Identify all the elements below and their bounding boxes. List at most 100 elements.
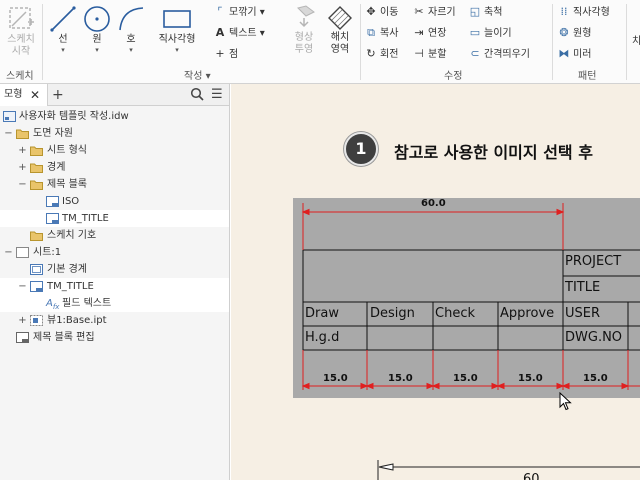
rectangular-pattern-button[interactable]: ⁞⁞ 직사각형: [558, 6, 610, 19]
hatch-icon: [328, 6, 352, 30]
expand-icon[interactable]: +: [18, 312, 27, 329]
move-icon: ✥: [366, 5, 376, 18]
circular-pattern-icon: ❂: [559, 26, 569, 39]
hamburger-menu-icon[interactable]: ☰: [211, 88, 223, 101]
bottom-dimension-2: 15.0: [388, 373, 413, 384]
tree-row-sketch-symbols[interactable]: 스케치 기호: [0, 227, 229, 244]
circle-icon: [84, 6, 110, 32]
cut-off-label: 치: [632, 36, 640, 47]
tree-row-field-text[interactable]: Afx 필드 텍스트: [0, 295, 229, 312]
header-design: Design: [370, 306, 415, 321]
folder-icon: [30, 231, 43, 241]
bottom-dimension-3: 15.0: [453, 373, 478, 384]
bottom-dimension-5: 15.0: [583, 373, 608, 384]
tree-row-drawing-file[interactable]: 사용자화 템플릿 작성.idw: [0, 108, 229, 125]
split-button[interactable]: ⊣ 분할: [413, 48, 446, 61]
search-icon[interactable]: [190, 87, 204, 101]
project-geometry-button[interactable]: 형상 투영: [286, 4, 322, 56]
start-sketch-button[interactable]: 스케치 시작: [2, 4, 40, 58]
browser-tree: 사용자화 템플릿 작성.idw − 도면 자원 + 시트 형식 + 경계 − 제…: [0, 107, 229, 479]
tree-row-default-border[interactable]: 기본 경계: [0, 261, 229, 278]
field-text-icon: Afx: [46, 298, 60, 311]
drawing-file-icon: [3, 111, 16, 122]
expand-icon[interactable]: +: [18, 142, 27, 159]
header-draw: Draw: [305, 306, 339, 321]
project-cell: PROJECT: [565, 254, 622, 269]
folder-icon: [30, 180, 43, 190]
bottom-dimension-1: 15.0: [323, 373, 348, 384]
lower-dimension-line: [377, 460, 640, 480]
title-block-icon: [30, 281, 43, 292]
rectangle-icon: [163, 10, 191, 28]
scale-icon: ◱: [469, 5, 481, 18]
tree-row-tm-title-sheet[interactable]: − TM_TITLE: [0, 278, 229, 295]
rectangle-label: 직사각형: [158, 34, 196, 45]
tree-row-edit-title-block[interactable]: 제목 블록 편집: [0, 329, 229, 346]
folder-icon: [30, 163, 43, 173]
folder-icon: [30, 146, 43, 156]
trim-button[interactable]: ✂ 자르기: [413, 5, 455, 19]
tree-row-title-blocks[interactable]: − 제목 블록: [0, 176, 229, 193]
line-button[interactable]: 선 ▾: [46, 4, 80, 54]
circle-label: 원: [92, 34, 102, 45]
move-button[interactable]: ✥ 이동: [365, 6, 398, 19]
title-block-image[interactable]: 60.0 PROJECT TITLE Draw Design Check App…: [293, 198, 640, 398]
title-cell: TITLE: [565, 280, 601, 295]
copy-button[interactable]: ⧉ 복사: [365, 27, 398, 40]
extend-button[interactable]: ⇥ 연장: [413, 27, 446, 40]
point-icon: +: [215, 47, 225, 60]
drawing-canvas[interactable]: 1 참고로 사용한 이미지 선택 후 60.0 PROJECT TITLE Dr…: [231, 84, 640, 480]
value-dwg-no: DWG.NO: [565, 330, 623, 345]
sketch-panel-label: 스케치: [6, 71, 34, 82]
circular-pattern-button[interactable]: ❂ 원형: [558, 27, 591, 40]
tree-row-view-1[interactable]: + 뷰1:Base.ipt: [0, 312, 229, 329]
arc-label: 호: [126, 34, 136, 45]
stretch-button[interactable]: ▭ 늘이기: [469, 27, 512, 40]
model-browser: 모형 ✕ + ☰ 사용자화 템플릿 작성.idw − 도면 자원 + 시트 형식…: [0, 84, 230, 480]
point-button[interactable]: + 점: [214, 48, 238, 61]
drawing-view-icon: [30, 315, 43, 326]
mirror-button[interactable]: ⧓ 미러: [558, 48, 592, 61]
hatch-region-button[interactable]: 해치 영역: [322, 4, 358, 56]
project-geometry-icon: [297, 5, 315, 28]
rectangle-button[interactable]: 직사각형 ▾: [152, 4, 202, 54]
start-sketch-label-1: 스케치: [7, 34, 35, 45]
start-sketch-label-2: 시작: [11, 46, 31, 57]
tree-row-sheet-1[interactable]: − 시트:1: [0, 244, 229, 261]
add-tab-button[interactable]: +: [52, 84, 64, 106]
folder-icon: [16, 129, 29, 139]
fillet-button[interactable]: ⌜ 모깎기 ▾: [214, 5, 264, 19]
offset-button[interactable]: ⊂ 간격띄우기: [469, 48, 530, 61]
copy-icon: ⧉: [367, 26, 375, 39]
line-icon: [50, 6, 76, 32]
fillet-icon: ⌜: [217, 5, 223, 18]
collapse-icon[interactable]: −: [18, 278, 27, 295]
model-tab[interactable]: 모형 ✕: [0, 84, 48, 106]
collapse-icon[interactable]: −: [18, 176, 27, 193]
tree-row-drawing-resources[interactable]: − 도면 자원: [0, 125, 229, 142]
trim-icon: ✂: [414, 5, 424, 18]
scale-button[interactable]: ◱ 축척: [469, 5, 503, 19]
ribbon: 스케치 시작 스케치 선 ▾ 원 ▾ 호 ▾ 직사각형 ▾ ⌜ 모깎기 ▾ A …: [0, 0, 640, 84]
title-block-lines: [301, 203, 640, 390]
arc-button[interactable]: 호 ▾: [114, 4, 148, 54]
tree-row-tm-title-resource[interactable]: TM_TITLE: [0, 210, 229, 227]
collapse-icon[interactable]: −: [4, 125, 13, 142]
step-instruction: 참고로 사용한 이미지 선택 후: [394, 143, 593, 162]
rotate-icon: ↻: [366, 47, 376, 60]
rotate-button[interactable]: ↻ 회전: [365, 48, 398, 61]
close-tab-icon[interactable]: ✕: [30, 84, 40, 106]
split-icon: ⊣: [414, 47, 424, 60]
edit-title-block-icon: [16, 332, 29, 343]
title-block-icon: [46, 196, 59, 207]
circle-button[interactable]: 원 ▾: [80, 4, 114, 54]
tree-row-borders[interactable]: + 경계: [0, 159, 229, 176]
header-approve: Approve: [500, 306, 555, 321]
text-icon: A: [215, 26, 225, 39]
tree-row-iso[interactable]: ISO: [0, 193, 229, 210]
collapse-icon[interactable]: −: [4, 244, 13, 261]
expand-icon[interactable]: +: [18, 159, 27, 176]
text-button[interactable]: A 텍스트 ▾: [214, 27, 265, 40]
tree-row-sheet-formats[interactable]: + 시트 형식: [0, 142, 229, 159]
lower-dimension-value: 60: [523, 472, 540, 480]
